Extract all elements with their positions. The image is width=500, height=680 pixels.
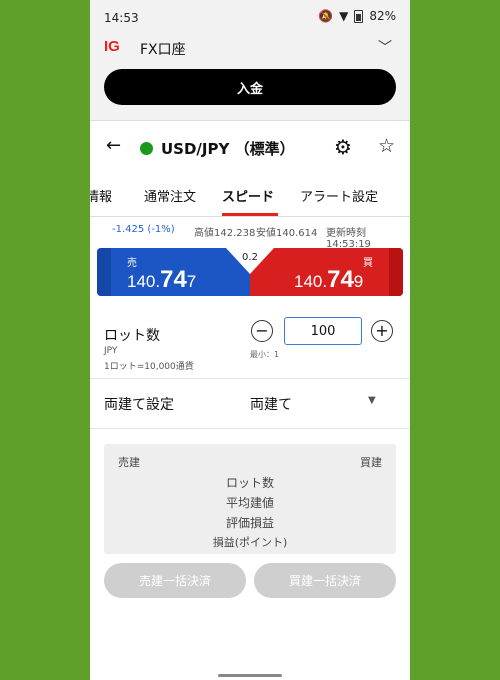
deposit-area: 入金 xyxy=(90,64,410,120)
lot-minimum: 最小：1 xyxy=(250,350,280,359)
hedge-setting-row[interactable]: 両建て設定 両建て ▼ xyxy=(90,378,410,429)
lot-quantity-input[interactable] xyxy=(284,317,362,345)
close-all-buy-button[interactable]: 買建一括決済 xyxy=(254,563,396,598)
high-price: 高値142.238 xyxy=(194,228,256,239)
decrease-lot-button[interactable]: − xyxy=(251,320,273,342)
increase-lot-button[interactable]: + xyxy=(371,320,393,342)
sell-price-suffix: 7 xyxy=(186,272,197,291)
buy-price-pips: 74 xyxy=(327,266,354,293)
quote-panel: 売 140.747 買 140.749 0.2 xyxy=(97,248,403,296)
tab-info[interactable]: 情報 xyxy=(90,186,112,205)
positions-buy-label: 買建 xyxy=(360,456,382,469)
wifi-icon: ▼ xyxy=(339,9,349,23)
active-tab-indicator xyxy=(222,213,278,216)
deposit-button[interactable]: 入金 xyxy=(104,69,396,105)
battery-percent: 82% xyxy=(369,9,396,23)
lot-label: ロット数 xyxy=(104,328,160,344)
sell-price-pips: 74 xyxy=(160,266,187,293)
instrument-name: USD/JPY （標準） xyxy=(161,140,295,158)
phone-screen: 14:53 🔕 ▼ 82% IG FX口座 ﹀ 入金 ← USD/JPY （標準… xyxy=(90,0,410,680)
status-icons: 🔕 ▼ 82% xyxy=(318,9,396,23)
lot-size-row: ロット数 JPY 1ロット=10,000通貨 − + 最小：1 xyxy=(90,312,410,379)
sell-price-prefix: 140. xyxy=(127,272,161,291)
hedge-label: 両建て設定 xyxy=(104,397,174,413)
positions-pnl-label: 評価損益 xyxy=(225,516,274,530)
tab-bar: 情報 通常注文 スピード アラート設定 xyxy=(90,176,410,217)
back-arrow-icon[interactable]: ← xyxy=(106,135,121,156)
instrument-header: ← USD/JPY （標準） ⚙ ☆ xyxy=(90,120,410,177)
tab-alert-settings[interactable]: アラート設定 xyxy=(300,186,378,205)
positions-avg-price-label: 平均建値 xyxy=(225,496,274,510)
price-change: -1.425 (-1%) xyxy=(112,224,175,235)
battery-icon xyxy=(354,9,364,23)
positions-summary: 売建 買建 ロット数 平均建値 評価損益 損益(ポイント) xyxy=(104,444,396,554)
account-selector[interactable]: IG FX口座 ﹀ xyxy=(90,34,410,64)
buy-price: 140.749 xyxy=(294,266,363,294)
buy-label: 買 xyxy=(363,258,373,269)
chevron-down-icon[interactable]: ﹀ xyxy=(378,37,392,57)
update-time: 更新時刻14:53:19 xyxy=(326,228,371,250)
lot-unit-note: 1ロット=10,000通貨 xyxy=(104,362,194,372)
positions-sell-label: 売建 xyxy=(118,456,140,469)
status-bar: 14:53 🔕 ▼ 82% xyxy=(90,0,410,34)
positions-lots-label: ロット数 xyxy=(225,476,274,490)
ig-logo: IG xyxy=(104,38,120,55)
buy-price-prefix: 140. xyxy=(294,272,328,291)
status-time: 14:53 xyxy=(104,11,139,25)
close-all-sell-button[interactable]: 売建一括決済 xyxy=(104,563,246,598)
home-indicator[interactable] xyxy=(218,674,282,677)
account-name: FX口座 xyxy=(140,42,186,58)
bell-muted-icon: 🔕 xyxy=(318,9,334,23)
sell-price: 140.747 xyxy=(127,266,196,294)
caret-down-icon[interactable]: ▼ xyxy=(368,395,376,406)
positions-pnl-points-label: 損益(ポイント) xyxy=(212,536,288,549)
hedge-value[interactable]: 両建て xyxy=(250,394,292,414)
spread-value: 0.2 xyxy=(242,252,258,263)
market-status-icon xyxy=(140,142,153,155)
low-price: 安値140.614 xyxy=(256,228,318,239)
star-icon[interactable]: ☆ xyxy=(378,135,395,157)
gear-icon[interactable]: ⚙ xyxy=(334,135,352,159)
lot-currency: JPY xyxy=(104,346,118,356)
price-stats: -1.425 (-1%) 高値142.238 安値140.614 更新時刻14:… xyxy=(90,224,410,250)
buy-price-suffix: 9 xyxy=(353,272,364,291)
tab-normal-order[interactable]: 通常注文 xyxy=(144,186,196,205)
tab-speed[interactable]: スピード xyxy=(222,186,274,205)
